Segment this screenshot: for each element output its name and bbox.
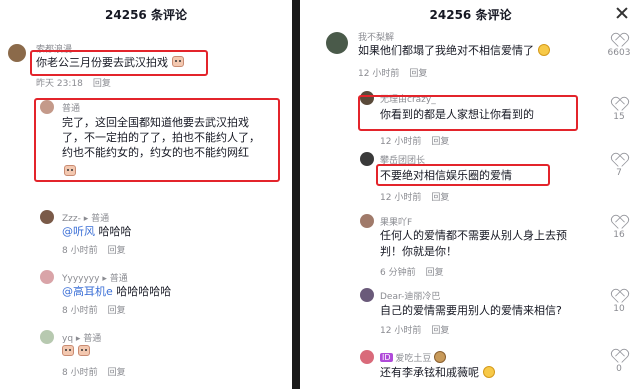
like-button[interactable]: 16 [607,216,631,240]
like-button[interactable]: 6603 [607,34,631,58]
heart-icon [612,290,626,302]
heart-icon [612,350,626,362]
highlight-box [30,50,208,76]
comment-meta: 昨天 23:18 回复 [36,76,111,89]
like-count: 10 [613,304,625,314]
mention-link[interactable]: @听风 [62,225,95,238]
like-count: 6603 [607,48,631,58]
reply-button[interactable]: 回复 [431,193,449,203]
highlight-box [376,164,550,186]
cat-face-emoji-icon [77,345,90,356]
comment-text: @高耳机e 哈哈哈哈哈 [62,285,172,298]
comment-username[interactable]: 果果吖F [380,215,412,228]
comment-username[interactable]: yq ▸ 普通 [62,331,101,344]
like-count: 15 [613,112,625,122]
grinning-face-emoji-icon [537,44,550,56]
reply-button[interactable]: 回复 [431,326,449,336]
avatar[interactable] [40,210,54,224]
comment-emojis [62,345,90,359]
reply-button[interactable]: 回复 [93,79,111,89]
avatar[interactable] [360,288,374,302]
comment-username[interactable]: ID 爱吃土豆 [380,351,447,364]
comment-time: 昨天 23:18 [36,79,83,89]
comment-meta: 12 小时前 回复 [358,66,427,79]
avatar[interactable] [360,214,374,228]
avatar[interactable] [360,350,374,364]
comment-meta: 8 小时前 回复 [62,243,126,256]
heart-icon [612,98,626,110]
like-count: 0 [616,364,622,374]
reply-button[interactable]: 回复 [426,268,444,278]
reply-button[interactable]: 回复 [108,246,126,256]
comment-text: @听风 哈哈哈 [62,225,132,238]
cat-face-emoji-icon [62,345,74,356]
potato-emoji-icon [434,351,447,363]
comment-time: 12 小时前 [380,326,422,336]
reply-button[interactable]: 回复 [409,69,427,79]
heart-icon [612,34,626,46]
avatar[interactable] [40,330,54,344]
comment-text: 如果他们都塌了我绝对不相信爱情了 [358,44,550,58]
comment-meta: 6 分钟前 回复 [380,265,444,278]
comment-meta: 12 小时前 回复 [380,323,449,336]
mention-link[interactable]: @高耳机e [62,285,113,298]
highlight-box [34,98,280,182]
like-button[interactable]: 7 [607,154,631,178]
reply-button[interactable]: 回复 [431,137,449,147]
reply-button[interactable]: 回复 [108,368,126,378]
comment-time: 8 小时前 [62,306,98,316]
comment-meta: 8 小时前 回复 [62,303,126,316]
reply-button[interactable]: 回复 [108,306,126,316]
id-badge-icon: ID [380,353,393,362]
like-button[interactable]: 15 [607,98,631,122]
emoji-icon [482,366,495,378]
close-icon[interactable] [615,6,629,20]
comment-time: 8 小时前 [62,246,98,256]
panel-divider [292,0,300,389]
avatar[interactable] [326,32,348,54]
like-count: 7 [616,168,622,178]
avatar[interactable] [360,152,374,166]
comments-count-title: 24256 条评论 [105,8,187,22]
comment-text: 还有李承铉和戚薇呢 [380,366,495,380]
left-comments-panel: 24256 条评论 索都浪漫 你老公三月份要去武汉拍戏 昨天 23:18 回复 普… [0,0,292,389]
comment-username[interactable]: Dear-迪丽冷巴 [380,289,440,302]
comment-time: 8 小时前 [62,368,98,378]
comment-time: 12 小时前 [358,69,400,79]
avatar[interactable] [8,44,26,62]
heart-icon [612,154,626,166]
like-button[interactable]: 0 [607,350,631,374]
comment-time: 12 小时前 [380,193,422,203]
comment-username[interactable]: Yyyyyyy ▸ 普通 [62,271,128,284]
comment-time: 6 分钟前 [380,268,416,278]
comment-time: 12 小时前 [380,137,422,147]
comment-text: 自己的爱情需要用别人的爱情来相信? [380,304,562,317]
comment-username[interactable]: 我不梨解 [358,30,394,43]
like-count: 16 [613,230,625,240]
comment-meta: 8 小时前 回复 [62,365,126,378]
comment-text-line: 判！你就是你！ [380,245,457,258]
comment-meta: 12 小时前 回复 [380,190,449,203]
avatar[interactable] [40,270,54,284]
comment-meta: 12 小时前 回复 [380,134,449,147]
comment-text-line: 任何人的爱情都不需要从别人身上去预 [380,229,567,242]
like-button[interactable]: 10 [607,290,631,314]
comment-username[interactable]: Zzz- ▸ 普通 [62,211,109,224]
highlight-box [358,95,578,131]
comments-count-title: 24256 条评论 [429,8,512,22]
right-comments-panel: 24256 条评论 我不梨解 如果他们都塌了我绝对不相信爱情了 12 小时前 回复… [300,0,641,389]
heart-icon [612,216,626,228]
